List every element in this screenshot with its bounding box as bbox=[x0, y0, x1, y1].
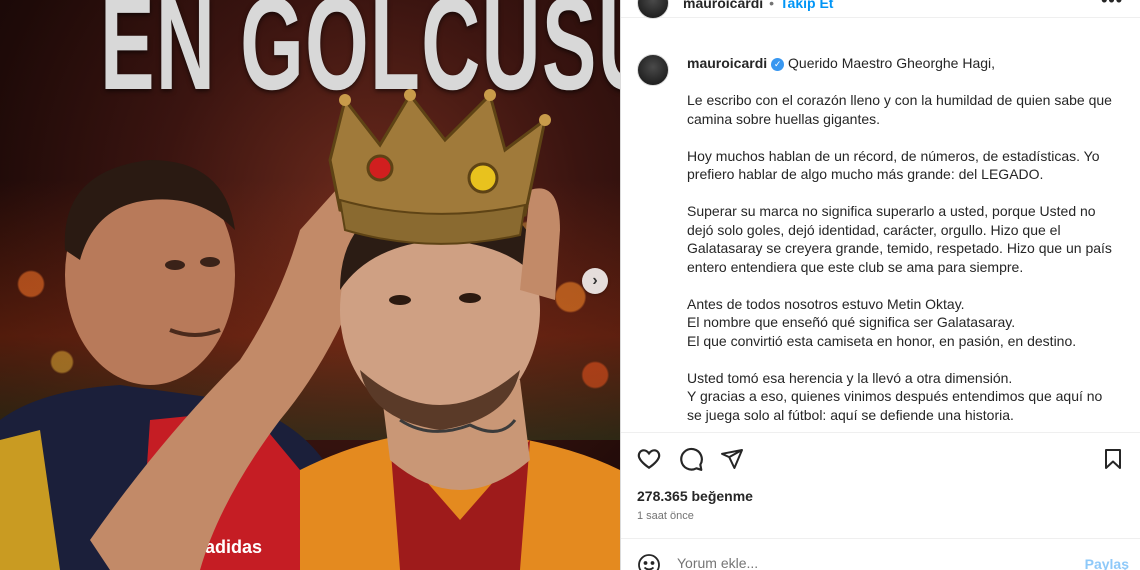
verified-badge-icon: ✓ bbox=[771, 57, 785, 71]
heart-icon bbox=[637, 449, 661, 469]
post-image[interactable]: EN GOLCUSU adidas › bbox=[0, 0, 620, 570]
caption-line: El nombre que enseñó qué significa ser G… bbox=[687, 314, 1016, 330]
follow-button[interactable]: Takip Et bbox=[780, 0, 833, 11]
jersey-brand-text: adidas bbox=[205, 537, 262, 557]
comment-icon bbox=[680, 447, 703, 471]
header-username[interactable]: mauroicardi bbox=[683, 0, 763, 11]
caption-paragraph: Hoy muchos hablan de un récord, de númer… bbox=[687, 147, 1100, 183]
post-header: mauroicardi • Takip Et ••• bbox=[621, 0, 1140, 19]
caption-paragraph: Querido Maestro Gheorghe Hagi, bbox=[788, 55, 996, 71]
caption-line: Usted tomó esa herencia y la llevó a otr… bbox=[687, 369, 1013, 386]
caption-scroll-area[interactable]: mauroicardi ✓ Querido Maestro Gheorghe Ha… bbox=[621, 30, 1140, 432]
bookmark-icon bbox=[1105, 449, 1121, 469]
caption-comment: mauroicardi ✓ Querido Maestro Gheorghe Ha… bbox=[637, 54, 1127, 424]
post-comment-button[interactable]: Paylaş bbox=[1085, 556, 1129, 570]
likes-count[interactable]: 278.365 beğenme bbox=[637, 488, 753, 504]
caption-line: Antes de todos nosotros estuvo Metin Okt… bbox=[687, 295, 965, 312]
caption-text: mauroicardi ✓ Querido Maestro Gheorghe Ha… bbox=[687, 54, 1117, 424]
more-horizontal-icon[interactable]: ••• bbox=[1101, 0, 1123, 11]
comment-bar: Paylaş bbox=[621, 538, 1140, 570]
share-icon bbox=[721, 449, 743, 469]
players-illustration: adidas bbox=[0, 89, 620, 570]
avatar[interactable] bbox=[637, 0, 669, 19]
caption-paragraph: Le escribo con el corazón lleno y con la… bbox=[687, 92, 1112, 127]
share-button[interactable] bbox=[718, 445, 746, 473]
header-separator: • bbox=[769, 0, 775, 11]
post-sidebar: mauroicardi • Takip Et ••• mauroicardi ✓ … bbox=[620, 0, 1140, 570]
emoji-icon[interactable] bbox=[637, 553, 661, 570]
save-button[interactable] bbox=[1099, 445, 1127, 473]
action-bar bbox=[621, 432, 1140, 486]
caption-username[interactable]: mauroicardi bbox=[687, 55, 767, 71]
caption-line: Y gracias a eso, quienes vinimos después… bbox=[687, 388, 1103, 423]
post-time: 1 saat önce bbox=[637, 510, 694, 522]
like-button[interactable] bbox=[635, 445, 663, 473]
caption-avatar[interactable] bbox=[637, 54, 669, 86]
comment-button[interactable] bbox=[677, 445, 705, 473]
carousel-next-button[interactable]: › bbox=[582, 268, 608, 294]
chevron-right-icon: › bbox=[592, 272, 598, 289]
caption-paragraph: Superar su marca no significa superarlo … bbox=[687, 203, 1112, 275]
comment-input[interactable] bbox=[677, 555, 1057, 570]
caption-line: El que convirtió esta camiseta en honor,… bbox=[687, 332, 1077, 349]
